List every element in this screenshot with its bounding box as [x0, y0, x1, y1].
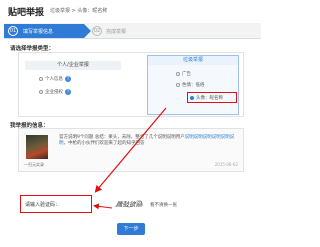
- option-label: 色情：低俗: [182, 83, 205, 88]
- step-complete: 02 完成举报: [92, 24, 152, 38]
- option-label: 个人信息: [45, 77, 63, 82]
- captcha-label: 请输入验证码：: [25, 202, 61, 208]
- option-personal-info[interactable]: 个人信息 ?: [39, 76, 71, 82]
- post-text-part: 中枪的小伙伴们欢迎来了起的知乎回答: [68, 141, 145, 146]
- radio-icon[interactable]: [176, 72, 180, 76]
- breadcrumb: 垃圾举报 > 头像：昵名称: [50, 8, 108, 14]
- step-arrow: [84, 24, 91, 38]
- option-ads[interactable]: 广告: [176, 71, 191, 77]
- step-number: 02: [92, 26, 102, 36]
- report-type-heading: 请选择举报类型：: [10, 46, 55, 52]
- post-date: 2015-06-02: [214, 162, 238, 167]
- next-step-button[interactable]: 下一步: [117, 223, 145, 235]
- step-label: 完成举报: [106, 29, 127, 35]
- post-thumbnail: [26, 135, 48, 159]
- annotation-line: [93, 203, 113, 210]
- selection-highlight-box: [187, 92, 237, 103]
- captcha-text: 厲鼓欲赑: [116, 201, 143, 209]
- spam-report-column: 垃圾举报 广告 色情：低俗 头像：昵名称: [147, 55, 239, 115]
- captcha-image: 厲鼓欲赑: [114, 198, 144, 210]
- post-caption: —归元实录: [24, 162, 44, 167]
- personal-report-column: 个人/企业举报 个人信息 ? 企业侵权 ?: [25, 61, 121, 113]
- page-title: 贴吧举报: [8, 8, 45, 18]
- post-text: 官方说明9个问题 总结：果头，去除，整合了几个说明说明用户说明说明说明说明说明说…: [59, 135, 241, 147]
- personal-report-header: 个人/企业举报: [25, 61, 121, 70]
- progress-steps: 01 填写举报信息 02 完成举报: [4, 23, 261, 39]
- help-icon[interactable]: ?: [65, 76, 71, 82]
- page-header: 贴吧举报 垃圾举报 > 头像：昵名称: [0, 0, 265, 22]
- step-label: 填写举报信息: [23, 29, 54, 35]
- radio-icon[interactable]: [39, 77, 43, 81]
- option-label: 广告: [182, 72, 191, 77]
- captcha-input-field[interactable]: 请输入验证码：: [20, 195, 92, 213]
- spam-report-header: 垃圾举报: [148, 56, 238, 65]
- radio-icon[interactable]: [39, 90, 43, 94]
- option-porn-vulgar[interactable]: 色情：低俗: [176, 82, 205, 88]
- report-type-panel: 个人/企业举报 个人信息 ? 企业侵权 ? 垃圾举报 广告 色情：低俗 头像：昵…: [18, 52, 244, 117]
- reported-post-card: —归元实录 官方说明9个问题 总结：果头，去除，整合了几个说明说明用户说明说明说…: [18, 128, 244, 172]
- option-enterprise-infringement[interactable]: 企业侵权 ?: [39, 89, 71, 95]
- captcha-refresh-link[interactable]: 看不清换一张: [150, 202, 177, 208]
- step-number: 01: [8, 26, 18, 36]
- option-label: 企业侵权: [45, 90, 63, 95]
- post-text-part: 官方说明9个问题 总结：果头，去除，整合了几个说明说明用户: [59, 135, 185, 140]
- step-fill-info: 01 填写举报信息: [4, 24, 91, 38]
- help-icon[interactable]: ?: [65, 89, 71, 95]
- radio-icon[interactable]: [176, 83, 180, 87]
